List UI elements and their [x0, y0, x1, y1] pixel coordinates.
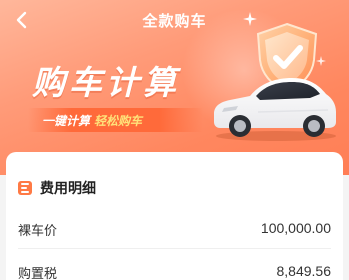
- fee-label: 裸车价: [18, 224, 58, 239]
- page-title: 全款购车: [142, 11, 207, 30]
- fee-value: 8,849.56: [276, 263, 332, 279]
- tagline-part2: 轻松购车: [94, 113, 143, 128]
- car-illustration: [214, 78, 336, 141]
- back-arrow-icon: [16, 11, 27, 29]
- fee-value: 100,000.00: [260, 220, 331, 236]
- fee-detail-header: 费用明细: [18, 178, 96, 198]
- fee-label: 购置税: [18, 267, 58, 280]
- fee-row-purchase-tax: 购置税 8,849.56: [18, 263, 331, 280]
- page: 全款购车 购车计算 一键计算 轻松购车 费用明细 裸车价 100,000.00 …: [0, 0, 349, 280]
- tagline-part1: 一键计算: [42, 113, 91, 128]
- back-button[interactable]: [10, 9, 32, 31]
- row-divider: [18, 248, 331, 249]
- fee-row-car-price: 裸车价 100,000.00: [18, 220, 331, 239]
- list-icon: [18, 181, 32, 195]
- hero-headline: 购车计算: [32, 63, 180, 102]
- fee-detail-card: 费用明细 裸车价 100,000.00 购置税 8,849.56: [6, 152, 343, 280]
- fee-detail-title: 费用明细: [40, 181, 96, 197]
- hero-tagline: 一键计算 轻松购车: [28, 108, 203, 132]
- hero-banner: 全款购车 购车计算 一键计算 轻松购车: [0, 0, 349, 175]
